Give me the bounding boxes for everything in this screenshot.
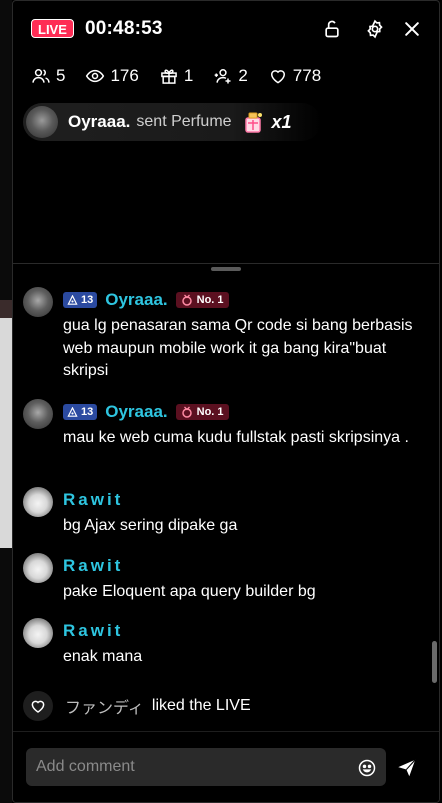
- avatar[interactable]: [23, 487, 53, 517]
- level-value: 13: [81, 406, 94, 418]
- stat-likes[interactable]: 778: [268, 66, 321, 86]
- avatar[interactable]: [26, 106, 58, 138]
- stat-new-followers[interactable]: 2: [213, 66, 248, 86]
- live-timer: 00:48:53: [85, 18, 163, 39]
- like-badge: [23, 691, 53, 721]
- background-window-edge: [0, 318, 12, 548]
- message-header: 13 Oyraaa. No. 1: [63, 289, 229, 311]
- message-header: Rawit: [63, 489, 123, 511]
- lock-open-icon[interactable]: [321, 18, 343, 40]
- medal-icon: [181, 294, 192, 306]
- gift-count: x1: [271, 111, 292, 132]
- username[interactable]: Rawit: [63, 621, 123, 641]
- level-badge: 13: [63, 292, 98, 308]
- gift-icon: [161, 69, 177, 84]
- avatar[interactable]: [23, 553, 53, 583]
- username[interactable]: Oyraaa.: [105, 290, 167, 310]
- live-badge: LIVE: [31, 19, 74, 38]
- stat-value: 5: [56, 66, 66, 85]
- chat-message: Rawit pake Eloquent apa query builder bg: [23, 549, 423, 607]
- username[interactable]: Oyraaa.: [105, 402, 167, 422]
- chat-message: 13 Oyraaa. No. 1 mau ke web cuma kudu fu…: [23, 395, 423, 475]
- medal-icon: [181, 406, 192, 418]
- perfume-gift-icon: [244, 112, 262, 133]
- gift-sender-name[interactable]: Oyraaa.: [68, 112, 130, 132]
- level-badge: 13: [63, 404, 98, 420]
- rank-value: No. 1: [196, 294, 224, 306]
- stat-value: 2: [238, 66, 248, 85]
- like-username[interactable]: ファンディ: [65, 694, 144, 718]
- stat-value: 778: [292, 66, 322, 85]
- chat-message: Rawit bg Ajax sering dipake ga: [23, 483, 423, 541]
- message-text: pake Eloquent apa query builder bg: [63, 583, 316, 600]
- message-text: enak mana: [63, 648, 143, 665]
- message-header: Rawit: [63, 620, 123, 642]
- add-user-icon: [214, 69, 231, 84]
- comment-bar: [13, 731, 439, 802]
- chat-message: Rawit enak mana: [23, 614, 423, 672]
- username[interactable]: Rawit: [63, 490, 123, 510]
- stat-gifts[interactable]: 1: [159, 66, 193, 86]
- heart-icon: [31, 700, 45, 713]
- level-icon: [67, 294, 78, 305]
- avatar[interactable]: [23, 287, 53, 317]
- emoji-icon[interactable]: [356, 757, 378, 779]
- send-icon[interactable]: [396, 757, 418, 779]
- live-chat-window: LIVE 00:48:53 5 176 1 2 778 Oyraaa. sent…: [12, 0, 440, 803]
- background-window-edge: [0, 300, 12, 318]
- message-text: bg Ajax sering dipake ga: [63, 517, 238, 534]
- level-icon: [67, 406, 78, 417]
- stat-viewers[interactable]: 176: [85, 66, 139, 86]
- stat-participants[interactable]: 5: [31, 66, 65, 86]
- live-stats: 5 176 1 2 778: [31, 65, 341, 87]
- users-icon: [32, 69, 50, 83]
- message-text: gua lg penasaran sama Qr code si bang be…: [63, 317, 413, 379]
- scrollbar[interactable]: [432, 641, 437, 683]
- eye-icon: [86, 69, 105, 83]
- avatar[interactable]: [23, 399, 53, 429]
- avatar[interactable]: [23, 618, 53, 648]
- comment-input[interactable]: [26, 748, 386, 786]
- level-value: 13: [81, 294, 94, 306]
- message-header: 13 Oyraaa. No. 1: [63, 401, 229, 423]
- stat-value: 176: [110, 66, 139, 85]
- divider: [13, 263, 439, 264]
- message-text: mau ke web cuma kudu fullstak pasti skri…: [63, 429, 409, 446]
- gift-banner: Oyraaa. sent Perfume x1: [23, 103, 321, 141]
- settings-icon[interactable]: [364, 18, 386, 40]
- like-text: liked the LIVE: [151, 697, 251, 714]
- top-bar: LIVE 00:48:53: [13, 1, 439, 59]
- message-header: Rawit: [63, 555, 123, 577]
- close-icon[interactable]: [401, 18, 423, 40]
- stat-value: 1: [183, 66, 194, 85]
- resize-handle[interactable]: [211, 267, 241, 271]
- rank-value: No. 1: [196, 406, 224, 418]
- heart-icon: [270, 70, 285, 84]
- gift-description: sent Perfume: [136, 113, 232, 130]
- like-event: ファンディ liked the LIVE: [23, 691, 251, 721]
- chat-message: 13 Oyraaa. No. 1 gua lg penasaran sama Q…: [23, 283, 423, 383]
- username[interactable]: Rawit: [63, 556, 123, 576]
- rank-badge: No. 1: [175, 292, 229, 308]
- rank-badge: No. 1: [175, 404, 229, 420]
- desktop-background: [0, 0, 12, 803]
